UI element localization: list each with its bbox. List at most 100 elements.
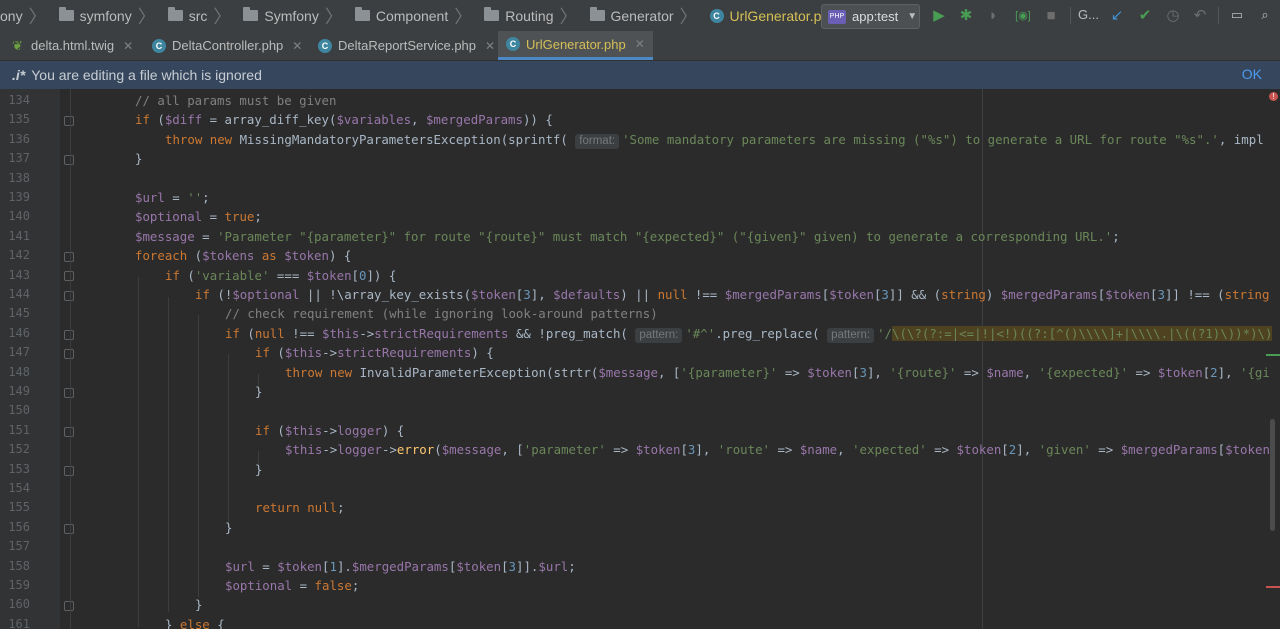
close-icon[interactable]: ✕: [485, 39, 495, 53]
error-marker[interactable]: [1266, 586, 1280, 588]
fold-marker[interactable]: [64, 349, 74, 359]
line-number: 151: [8, 422, 30, 437]
run-icon[interactable]: ▶: [929, 5, 949, 25]
code-line: throw new MissingMandatoryParametersExce…: [165, 131, 1264, 149]
right-margin-guide: [982, 89, 983, 629]
fold-marker[interactable]: [64, 524, 74, 534]
code-line: }: [255, 384, 263, 399]
code-line: $url = $token[1].$mergedParams[$token[3]…: [225, 558, 576, 574]
indent-guide: [70, 89, 71, 629]
tab-urlgenerator-php[interactable]: C UrlGenerator.php ✕: [498, 31, 653, 60]
line-number: 148: [8, 364, 30, 379]
tab-deltacontroller-php[interactable]: C DeltaController.php ✕: [152, 31, 302, 60]
vcs-update-icon[interactable]: ↙: [1107, 5, 1127, 25]
folder-icon: [243, 7, 259, 21]
php-icon: PHP: [828, 9, 846, 24]
php-file-icon: C: [152, 38, 166, 53]
fold-marker[interactable]: [64, 601, 74, 611]
profile-icon[interactable]: [◉]: [1013, 5, 1033, 25]
code-editor[interactable]: 134 135 136 137 138 139 140 141 142 143 …: [0, 89, 1280, 629]
editor-tabs: ❦ delta.html.twig ✕ C DeltaController.php ✕ …: [0, 31, 1280, 61]
line-number: 152: [8, 442, 30, 457]
vcs-commit-icon[interactable]: ✔: [1135, 5, 1155, 25]
breadcrumb-item[interactable]: Generator 〉: [589, 0, 704, 31]
fold-marker[interactable]: [64, 427, 74, 437]
code-line: }: [135, 151, 143, 167]
php-file-icon: C: [506, 37, 520, 51]
vertical-scrollbar[interactable]: [1270, 419, 1275, 531]
folder-icon: [58, 7, 74, 21]
terminal-icon[interactable]: ▭: [1227, 5, 1247, 25]
fold-marker[interactable]: [64, 252, 74, 262]
error-indicator-icon[interactable]: !: [1269, 92, 1278, 101]
close-icon[interactable]: ✕: [292, 39, 302, 53]
coverage-icon[interactable]: ◗: [983, 5, 1003, 25]
line-number: 141: [8, 228, 30, 243]
change-marker[interactable]: [1266, 354, 1280, 356]
ignored-file-icon: .i*: [12, 67, 26, 83]
tab-label: UrlGenerator.php: [526, 36, 626, 52]
chevron-right-icon: 〉: [679, 6, 698, 27]
line-number: 143: [8, 267, 30, 282]
close-icon[interactable]: ✕: [123, 39, 133, 53]
code-line: return null;: [255, 500, 345, 516]
fold-marker[interactable]: [64, 466, 74, 476]
fold-marker[interactable]: [64, 330, 74, 340]
tab-label: delta.html.twig: [31, 38, 115, 53]
chevron-right-icon: 〉: [213, 6, 232, 27]
fold-marker[interactable]: [64, 388, 74, 398]
tab-deltareportservice-php[interactable]: C DeltaReportService.php ✕: [318, 31, 495, 60]
run-configuration-select[interactable]: PHP app:test ▼: [821, 4, 920, 29]
ignored-file-notification: .i* You are editing a file which is igno…: [0, 61, 1280, 89]
code-line: }: [255, 461, 263, 477]
php-file-icon: C: [709, 8, 724, 23]
code-line: if ($this->strictRequirements) {: [255, 345, 494, 361]
fold-marker[interactable]: [64, 116, 74, 126]
breadcrumb-item[interactable]: Component 〉: [354, 0, 478, 31]
breadcrumb-label: Component: [375, 7, 449, 24]
close-icon[interactable]: ✕: [635, 37, 645, 51]
line-number: 136: [8, 131, 30, 146]
folder-icon: [589, 7, 605, 21]
toolbar-divider: [1218, 7, 1219, 24]
line-number: 135: [8, 112, 30, 127]
rollback-icon[interactable]: ↶: [1190, 5, 1210, 25]
breadcrumb-label: Routing: [505, 7, 554, 24]
line-number: 138: [8, 170, 30, 185]
breadcrumb-item[interactable]: Symfony 〉: [243, 0, 348, 31]
fold-marker[interactable]: [64, 155, 74, 165]
notification-message: You are editing a file which is ignored: [31, 67, 262, 83]
breadcrumb-item-current[interactable]: C UrlGenerator.php: [709, 0, 837, 31]
breadcrumb-label: src: [188, 7, 208, 24]
stop-icon[interactable]: ■: [1041, 5, 1061, 25]
vcs-label[interactable]: G...: [1078, 7, 1099, 22]
parameter-hint: format:: [575, 133, 620, 149]
indent-guide: [138, 277, 139, 627]
line-number: 153: [8, 461, 30, 476]
tab-label: DeltaController.php: [172, 38, 284, 53]
indent-guide: [198, 315, 199, 597]
line-number: 147: [8, 345, 30, 360]
fold-marker[interactable]: [64, 291, 74, 301]
breadcrumb-item[interactable]: Routing 〉: [484, 0, 583, 31]
breadcrumb-item[interactable]: src 〉: [167, 0, 238, 31]
breadcrumb-item[interactable]: symfony 〉: [58, 0, 162, 31]
line-number: 145: [8, 306, 30, 321]
tab-delta-html-twig[interactable]: ❦ delta.html.twig ✕: [12, 31, 133, 60]
code-line: }: [195, 597, 203, 613]
history-icon[interactable]: ◷: [1163, 5, 1183, 25]
line-number: 134: [8, 93, 30, 107]
line-number: 139: [8, 190, 30, 204]
debug-icon[interactable]: ✱: [956, 5, 976, 25]
code-line: $this->logger->error($message, ['paramet…: [285, 442, 1270, 458]
chevron-right-icon: 〉: [454, 6, 473, 27]
tab-label: DeltaReportService.php: [338, 38, 477, 53]
breadcrumb-item[interactable]: ony 〉: [0, 0, 53, 31]
ok-button[interactable]: OK: [1242, 66, 1262, 82]
breadcrumb-label: Generator: [610, 7, 674, 24]
line-number: 150: [8, 403, 30, 418]
search-everywhere-icon[interactable]: ⌕: [1255, 5, 1275, 25]
indent-guide: [168, 297, 169, 612]
fold-marker[interactable]: [64, 271, 74, 281]
line-number: 158: [8, 558, 30, 573]
